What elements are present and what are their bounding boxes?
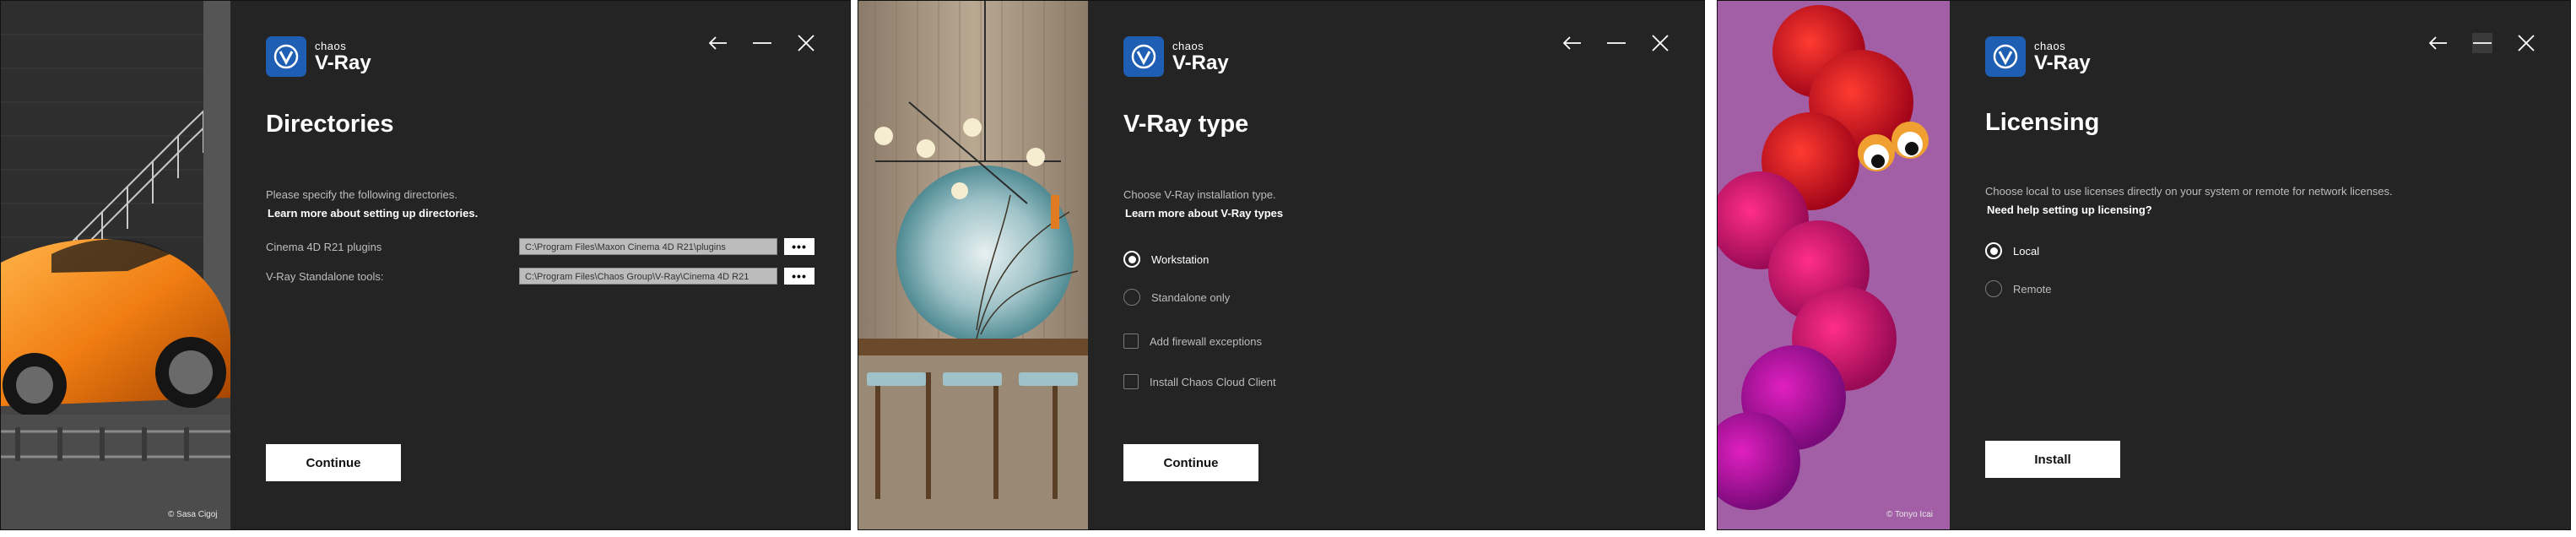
checkbox-label: Install Chaos Cloud Client xyxy=(1150,375,1276,388)
image-credit: © Sasa Cigoj xyxy=(168,510,218,519)
browse-button[interactable]: ••• xyxy=(784,238,814,255)
product-name: V-Ray xyxy=(315,51,371,74)
window-controls xyxy=(2428,33,2536,53)
page-title: Licensing xyxy=(1985,109,2100,136)
radio-local[interactable]: Local xyxy=(1985,242,2039,259)
learn-more-link[interactable]: Learn more about setting up directories. xyxy=(268,207,478,220)
page-description: Choose V-Ray installation type. xyxy=(1123,188,1276,201)
checkbox-firewall-exceptions[interactable]: Add firewall exceptions xyxy=(1123,334,1262,349)
radio-unselected-icon xyxy=(1123,289,1140,306)
checkbox-icon xyxy=(1123,374,1139,389)
installer-window-licensing: © Tonyo Icai chaos V-Ray Licensing Choos… xyxy=(1717,0,2571,530)
directory-row-plugins: Cinema 4D R21 plugins C:\Program Files\M… xyxy=(266,237,814,256)
minimize-icon[interactable] xyxy=(1606,33,1626,53)
close-icon[interactable] xyxy=(2516,33,2536,53)
directory-row-standalone: V-Ray Standalone tools: C:\Program Files… xyxy=(266,267,814,285)
brand-name: chaos xyxy=(315,39,347,52)
radio-workstation[interactable]: Workstation xyxy=(1123,251,1209,268)
close-icon[interactable] xyxy=(796,33,816,53)
vray-logo: chaos V-Ray xyxy=(1123,36,1229,77)
back-arrow-icon[interactable] xyxy=(2428,33,2449,53)
radio-selected-icon xyxy=(1985,242,2002,259)
radio-unselected-icon xyxy=(1985,280,2002,297)
page-description: Choose local to use licenses directly on… xyxy=(1985,185,2393,198)
installer-window-vray-type: chaos V-Ray V-Ray type Choose V-Ray inst… xyxy=(858,0,1705,530)
minimize-icon[interactable] xyxy=(752,33,772,53)
page-description: Please specify the following directories… xyxy=(266,188,457,201)
help-link[interactable]: Need help setting up licensing? xyxy=(1987,203,2152,216)
installer-panel: chaos V-Ray Directories Please specify t… xyxy=(230,1,850,529)
radio-label: Workstation xyxy=(1151,252,1210,266)
installer-panel: chaos V-Ray Licensing Choose local to us… xyxy=(1950,1,2570,529)
checkbox-icon xyxy=(1123,334,1139,349)
page-title: Directories xyxy=(266,111,394,138)
learn-more-link[interactable]: Learn more about V-Ray types xyxy=(1125,207,1283,220)
product-name: V-Ray xyxy=(2034,51,2091,74)
product-name: V-Ray xyxy=(1172,51,1229,74)
radio-selected-icon xyxy=(1123,251,1140,268)
back-arrow-icon[interactable] xyxy=(1562,33,1583,53)
hero-image-car: © Sasa Cigoj xyxy=(1,1,231,529)
checkbox-chaos-cloud-client[interactable]: Install Chaos Cloud Client xyxy=(1123,374,1276,389)
hero-image-interior xyxy=(858,1,1088,529)
hero-image-fuzzy-creature: © Tonyo Icai xyxy=(1718,1,1950,529)
directory-path-field[interactable]: C:\Program Files\Maxon Cinema 4D R21\plu… xyxy=(519,238,777,255)
install-button[interactable]: Install xyxy=(1985,441,2120,478)
radio-remote[interactable]: Remote xyxy=(1985,280,2052,297)
radio-label: Local xyxy=(2013,244,2040,258)
continue-button[interactable]: Continue xyxy=(266,444,401,481)
directory-label: V-Ray Standalone tools: xyxy=(266,269,384,283)
browse-button[interactable]: ••• xyxy=(784,268,814,285)
vray-logo-icon xyxy=(266,36,306,77)
vray-logo: chaos V-Ray xyxy=(266,36,371,77)
directory-label: Cinema 4D R21 plugins xyxy=(266,240,382,253)
vray-logo-icon xyxy=(1123,36,1164,77)
image-credit: © Tonyo Icai xyxy=(1886,510,1933,519)
radio-label: Standalone only xyxy=(1151,290,1231,304)
window-controls xyxy=(708,33,816,53)
back-arrow-icon[interactable] xyxy=(708,33,728,53)
directory-path-field[interactable]: C:\Program Files\Chaos Group\V-Ray\Cinem… xyxy=(519,268,777,285)
vray-logo-icon xyxy=(1985,36,2026,77)
brand-name: chaos xyxy=(1172,39,1204,52)
checkbox-label: Add firewall exceptions xyxy=(1150,334,1262,348)
minimize-icon[interactable] xyxy=(2472,33,2492,53)
radio-standalone-only[interactable]: Standalone only xyxy=(1123,289,1230,306)
close-icon[interactable] xyxy=(1650,33,1670,53)
radio-label: Remote xyxy=(2013,282,2052,296)
window-controls xyxy=(1562,33,1670,53)
vray-logo: chaos V-Ray xyxy=(1985,36,2091,77)
installer-window-directories: © Sasa Cigoj chaos V-Ray Directories Ple… xyxy=(0,0,851,530)
brand-name: chaos xyxy=(2034,39,2066,52)
continue-button[interactable]: Continue xyxy=(1123,444,1258,481)
page-title: V-Ray type xyxy=(1123,111,1249,138)
installer-panel: chaos V-Ray V-Ray type Choose V-Ray inst… xyxy=(1088,1,1704,529)
